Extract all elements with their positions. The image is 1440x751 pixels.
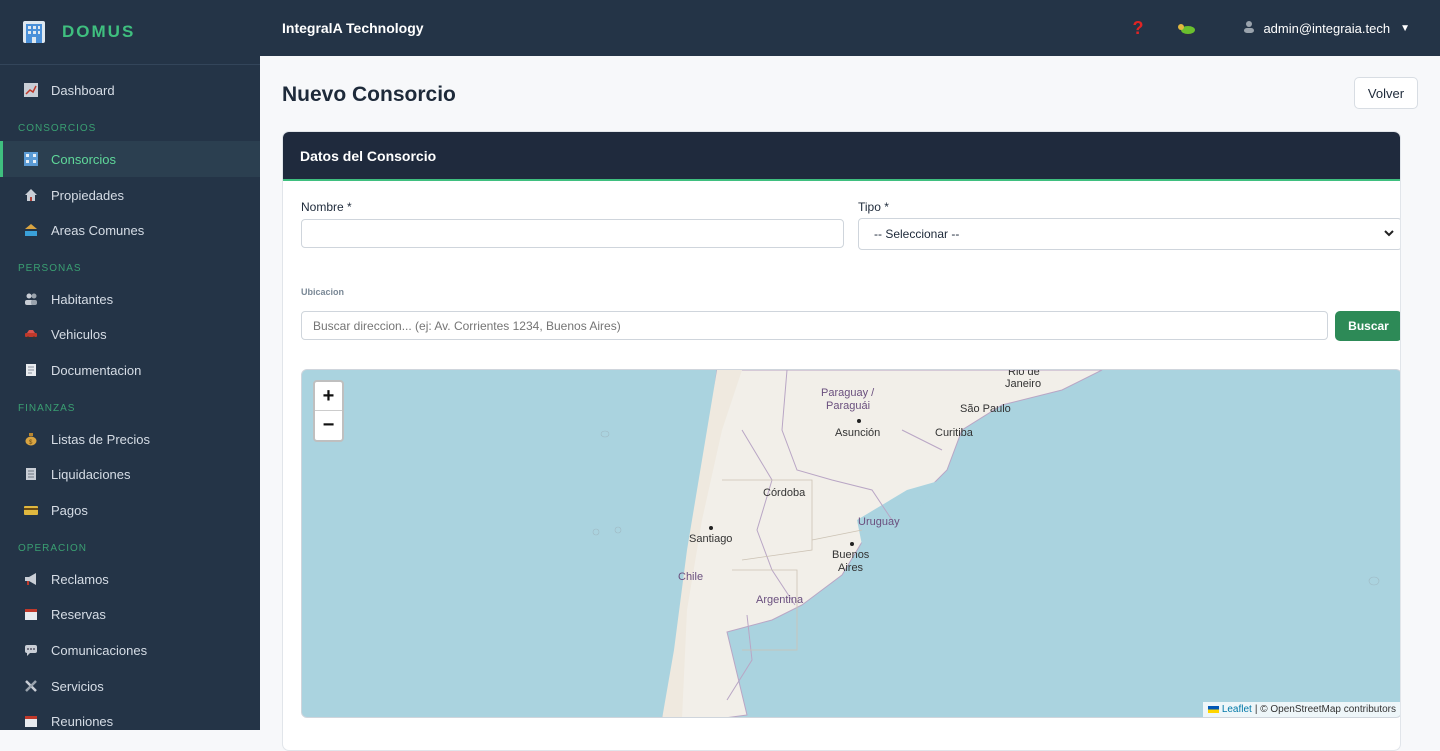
sidebar-item-habitantes[interactable]: Habitantes	[0, 281, 260, 317]
sidebar-item-propiedades[interactable]: Propiedades	[0, 177, 260, 213]
sidebar-item-pagos[interactable]: Pagos	[0, 492, 260, 528]
sidebar-item-vehiculos[interactable]: Vehiculos	[0, 316, 260, 352]
sidebar-item-comunicaciones[interactable]: Comunicaciones	[0, 632, 260, 668]
sidebar-item-reservas[interactable]: Reservas	[0, 596, 260, 632]
sidebar-item-documentacion[interactable]: Documentacion	[0, 352, 260, 388]
sidebar-item-label: Dashboard	[51, 82, 115, 98]
brand-name: DOMUS	[62, 22, 136, 41]
sidebar-item-areas-comunes[interactable]: Areas Comunes	[0, 212, 260, 248]
sidebar-item-label: Consorcios	[51, 151, 117, 167]
map-label-rio: Rio de	[1008, 370, 1040, 378]
main-content: Nuevo Consorcio Volver Datos del Consorc…	[260, 56, 1440, 751]
page-title: Nuevo Consorcio	[282, 83, 456, 106]
sidebar-item-reuniones[interactable]: Reuniones	[0, 703, 260, 730]
house-icon	[23, 188, 38, 203]
map-label-argentina: Argentina	[756, 594, 804, 606]
nombre-label: Nombre *	[301, 200, 352, 214]
sidebar-item-label: Reclamos	[51, 571, 109, 587]
address-search-input[interactable]	[301, 311, 1328, 340]
card-title: Datos del Consorcio	[283, 132, 1400, 181]
map-label-buenos-aires: Buenos	[832, 549, 870, 561]
ubicacion-label: Ubicacion	[301, 287, 345, 297]
map-label-rio: Janeiro	[1005, 378, 1041, 390]
user-menu[interactable]: admin@integraia.tech ▼	[1243, 20, 1410, 36]
tipo-select-value: -- Seleccionar --	[874, 227, 960, 241]
sidebar-item-dashboard[interactable]: Dashboard	[0, 72, 260, 108]
map-label-paraguay: Paraguái	[826, 400, 870, 412]
buscar-button[interactable]: Buscar	[1335, 311, 1400, 341]
back-button[interactable]: Volver	[1354, 77, 1418, 109]
chat-icon	[23, 643, 38, 658]
car-icon	[23, 327, 38, 342]
sidebar-item-listas-de-precios[interactable]: $ Listas de Precios	[0, 421, 260, 457]
sidebar-item-label: Documentacion	[51, 362, 142, 378]
map-attribution: Leaflet | © OpenStreetMap contributors	[1202, 702, 1400, 717]
help-icon[interactable]: ?	[1132, 18, 1143, 39]
chart-icon	[23, 83, 38, 98]
top-bar: IntegralA Technology ? admin@integraia.t…	[260, 0, 1440, 56]
tipo-select[interactable]: -- Seleccionar --	[858, 218, 1400, 250]
building-icon	[23, 152, 38, 167]
sidebar-item-label: Areas Comunes	[51, 222, 145, 238]
section-finanzas: FINANZAS	[18, 403, 76, 414]
map-label-buenos-aires: Aires	[838, 562, 864, 574]
calendar-icon	[23, 607, 38, 622]
tipo-label: Tipo *	[858, 200, 889, 214]
card-icon	[23, 503, 38, 518]
company-name: IntegralA Technology	[282, 20, 424, 36]
section-consorcios: CONSORCIOS	[18, 123, 97, 134]
tools-icon	[23, 679, 38, 694]
map-label-uruguay: Uruguay	[858, 516, 900, 528]
sidebar-item-label: Comunicaciones	[51, 642, 148, 658]
section-personas: PERSONAS	[18, 263, 82, 274]
ukraine-flag-icon	[1207, 706, 1219, 713]
sidebar-item-label: Pagos	[51, 502, 88, 518]
megaphone-icon	[23, 572, 38, 587]
sidebar-item-label: Reuniones	[51, 713, 114, 729]
map-label-cordoba: Córdoba	[763, 487, 806, 499]
sidebar-item-servicios[interactable]: Servicios	[0, 668, 260, 704]
sidebar-item-liquidaciones[interactable]: Liquidaciones	[0, 456, 260, 492]
pool-icon	[23, 223, 38, 238]
sidebar-item-consorcios[interactable]: Consorcios	[0, 141, 260, 177]
map-zoom-control: + −	[313, 380, 344, 442]
user-icon	[1243, 20, 1255, 36]
section-operacion: OPERACION	[18, 543, 88, 554]
bug-icon[interactable]	[1177, 20, 1197, 36]
document-icon	[23, 363, 38, 378]
map-label-paraguay: Paraguay /	[821, 387, 875, 399]
money-bag-icon: $	[23, 432, 38, 447]
building-icon	[20, 18, 48, 46]
map-label-chile: Chile	[678, 571, 703, 583]
map-label-sao-paulo: São Paulo	[960, 403, 1011, 415]
sidebar-item-reclamos[interactable]: Reclamos	[0, 561, 260, 597]
people-icon	[23, 292, 38, 307]
sidebar-item-label: Vehiculos	[51, 326, 107, 342]
receipt-icon	[23, 467, 38, 482]
nombre-input[interactable]	[301, 219, 844, 248]
map-label-asuncion: Asunción	[835, 427, 880, 439]
map-label-curitiba: Curitiba	[935, 427, 974, 439]
map-label-santiago: Santiago	[689, 533, 732, 545]
leaflet-link[interactable]: Leaflet	[1222, 704, 1252, 715]
brand[interactable]: DOMUS	[0, 0, 260, 65]
chevron-down-icon	[1383, 227, 1395, 242]
sidebar-item-label: Servicios	[51, 678, 104, 694]
sidebar-item-label: Habitantes	[51, 291, 114, 307]
map-tiles: Rio de Janeiro São Paulo Curitiba Asunci…	[592, 370, 1380, 717]
sidebar-item-label: Propiedades	[51, 187, 124, 203]
sidebar-item-label: Listas de Precios	[51, 431, 150, 447]
user-email: admin@integraia.tech	[1263, 20, 1391, 36]
zoom-out-button[interactable]: −	[315, 411, 342, 440]
consorcio-form-card: Datos del Consorcio Nombre * Tipo * -- S…	[282, 131, 1401, 751]
osm-attribution: | © OpenStreetMap contributors	[1254, 704, 1396, 715]
sidebar-item-label: Liquidaciones	[51, 466, 131, 482]
zoom-in-button[interactable]: +	[315, 382, 342, 411]
location-map[interactable]: Rio de Janeiro São Paulo Curitiba Asunci…	[301, 369, 1400, 718]
chevron-down-icon: ▼	[1400, 22, 1410, 34]
sidebar-item-label: Reservas	[51, 606, 106, 622]
calendar-icon	[23, 714, 38, 729]
sidebar: DOMUS Dashboard CONSORCIOS Consorcios Pr…	[0, 0, 260, 730]
